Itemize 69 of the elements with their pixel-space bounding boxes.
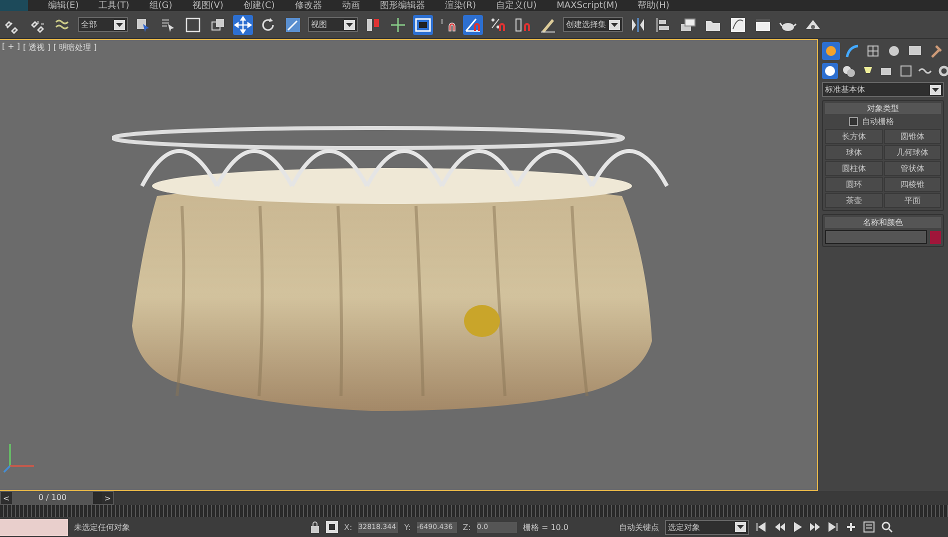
menu-item[interactable]: 渲染(R) xyxy=(444,0,476,10)
caret-icon xyxy=(734,522,746,532)
coordinate-label: Z: xyxy=(462,522,471,532)
dropdown[interactable]: 视图 xyxy=(308,17,358,32)
checkbox-label: 自动栅格 xyxy=(862,116,894,127)
next-key-icon[interactable] xyxy=(808,521,821,533)
curve-icon[interactable] xyxy=(843,42,861,60)
menu-item[interactable]: 动画 xyxy=(342,0,360,10)
viewport[interactable]: [ + ] [ 透视 ] [ 明暗处理 ] xyxy=(0,39,818,491)
coordinate-label: Y: xyxy=(404,522,411,532)
move-icon[interactable] xyxy=(233,14,253,34)
key-filter-dropdown[interactable]: 选定对象 xyxy=(664,520,749,534)
object-type-button[interactable]: 平面 xyxy=(884,193,941,208)
rollout-title[interactable]: 对象类型 xyxy=(825,103,941,114)
viewport-label[interactable]: [ 透视 ] xyxy=(23,42,50,53)
color-swatch[interactable] xyxy=(930,230,941,244)
viewport-label[interactable]: [ + ] xyxy=(2,42,20,53)
zoom-icon[interactable] xyxy=(880,521,893,533)
status-prompt: 未选定任何对象 xyxy=(74,522,131,532)
angle-snap-icon[interactable] xyxy=(463,14,483,34)
caret-icon xyxy=(930,84,941,94)
time-slider[interactable]: 0 / 100 xyxy=(12,492,94,504)
rollout-title[interactable]: 名称和颜色 xyxy=(825,217,941,228)
object-type-button[interactable]: 四棱锥 xyxy=(884,177,941,192)
menu-item[interactable]: 修改器 xyxy=(294,0,322,10)
grid-size-text: 栅格 = 10.0 xyxy=(522,522,570,532)
menu-item[interactable]: 自定义(U) xyxy=(496,0,537,10)
viewport-label[interactable]: [ 明暗处理 ] xyxy=(53,42,97,53)
menu-item[interactable]: 帮助(H) xyxy=(638,0,670,10)
object-type-button[interactable]: 圆锥体 xyxy=(884,129,941,144)
dropdown-value: 创建选择集 xyxy=(566,19,606,30)
lock-icon[interactable] xyxy=(310,521,320,533)
object-type-button[interactable]: 圆柱体 xyxy=(825,161,882,176)
auto-key-button[interactable]: 自动关键点 xyxy=(618,522,659,532)
menu-item[interactable]: 创建(C) xyxy=(243,0,275,10)
caret-icon xyxy=(114,20,125,30)
menu-item[interactable]: 组(G) xyxy=(149,0,172,10)
dropdown-value: 选定对象 xyxy=(668,522,700,532)
object-type-button[interactable]: 几何球体 xyxy=(884,145,941,160)
object-type-button[interactable]: 圆环 xyxy=(825,177,882,192)
object-type-button[interactable]: 茶壶 xyxy=(825,193,882,208)
name-field[interactable] xyxy=(825,230,927,244)
dropdown[interactable]: 创建选择集 xyxy=(563,17,623,32)
time-config-icon[interactable] xyxy=(862,521,875,533)
previous-frame-button[interactable]: < xyxy=(1,494,12,502)
coordinate-label: X: xyxy=(344,522,352,532)
category-dropdown[interactable]: 标准基本体 xyxy=(822,82,944,97)
menu-item[interactable]: MAXScript(M) xyxy=(556,0,618,10)
caret-icon xyxy=(344,20,355,30)
menu-item[interactable]: 图形编辑器 xyxy=(380,0,425,10)
caret-icon xyxy=(609,20,620,30)
menu-item[interactable]: 视图(V) xyxy=(192,0,224,10)
object-type-button[interactable]: 球体 xyxy=(825,145,882,160)
previous-key-icon[interactable] xyxy=(772,521,785,533)
menu-item[interactable]: 工具(T) xyxy=(98,0,130,10)
next-frame-button[interactable]: > xyxy=(102,494,113,502)
go-to-start-icon[interactable] xyxy=(754,521,767,533)
dropdown-value: 全部 xyxy=(81,19,98,30)
spheres-icon[interactable] xyxy=(841,63,857,79)
sphere-icon[interactable] xyxy=(822,63,838,79)
checkbox[interactable] xyxy=(849,117,858,126)
object-type-button[interactable]: 管状体 xyxy=(884,161,941,176)
go-to-end-icon[interactable] xyxy=(826,521,839,533)
script-listener-field[interactable] xyxy=(0,518,68,536)
dropdown-value: 视图 xyxy=(311,19,328,30)
dropdown-value: 标准基本体 xyxy=(825,84,865,95)
object-type-button[interactable]: 长方体 xyxy=(825,129,882,144)
menu-item[interactable]: 编辑(E) xyxy=(48,0,79,10)
dropdown[interactable]: 全部 xyxy=(78,17,128,32)
